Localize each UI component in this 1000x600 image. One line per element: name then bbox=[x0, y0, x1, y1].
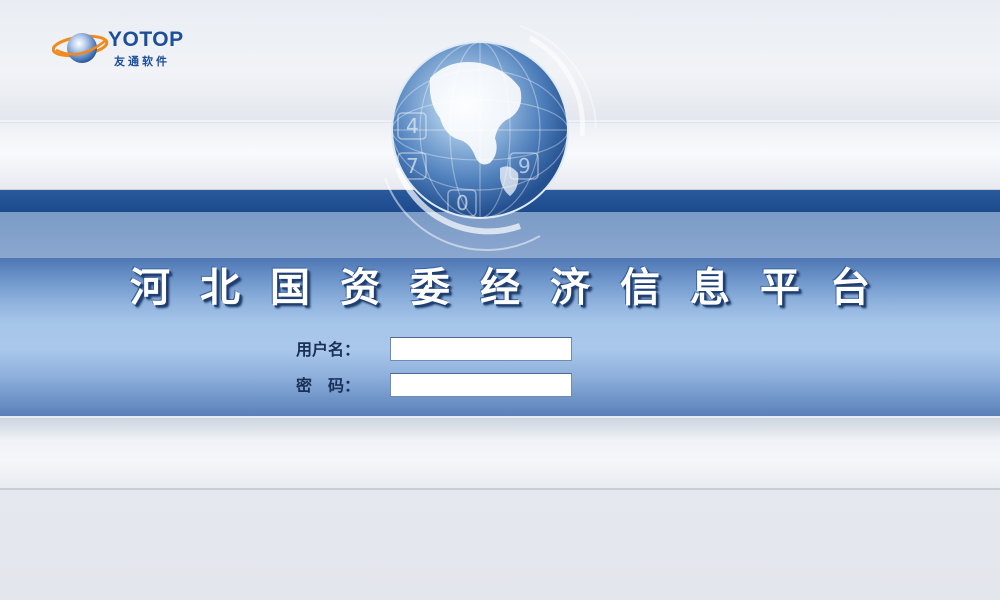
brand-name: YOTOP bbox=[108, 28, 184, 51]
password-row: 密 码： bbox=[0, 373, 1000, 399]
globe-icon: 4 7 0 9 bbox=[370, 18, 610, 258]
brand-logo: YOTOP 友通软件 bbox=[52, 26, 192, 76]
svg-text:9: 9 bbox=[518, 154, 531, 178]
password-input[interactable] bbox=[390, 373, 572, 397]
svg-text:0: 0 bbox=[456, 191, 469, 215]
lower-band bbox=[0, 418, 1000, 490]
brand-subtitle: 友通软件 bbox=[114, 55, 170, 68]
svg-text:7: 7 bbox=[406, 154, 419, 178]
login-page: YOTOP 友通软件 4 7 0 9 河北国资委经济信息平台 用户名： 密 码： bbox=[0, 0, 1000, 600]
page-title: 河北国资委经济信息平台 bbox=[130, 265, 900, 311]
globe-graphic: 4 7 0 9 bbox=[384, 25, 597, 251]
username-row: 用户名： bbox=[0, 337, 1000, 363]
password-label: 密 码： bbox=[296, 376, 361, 395]
username-input[interactable] bbox=[390, 337, 572, 361]
username-label: 用户名： bbox=[296, 340, 361, 359]
footer-background bbox=[0, 490, 1000, 600]
yotop-logo-icon bbox=[52, 33, 109, 63]
svg-text:4: 4 bbox=[406, 114, 419, 138]
